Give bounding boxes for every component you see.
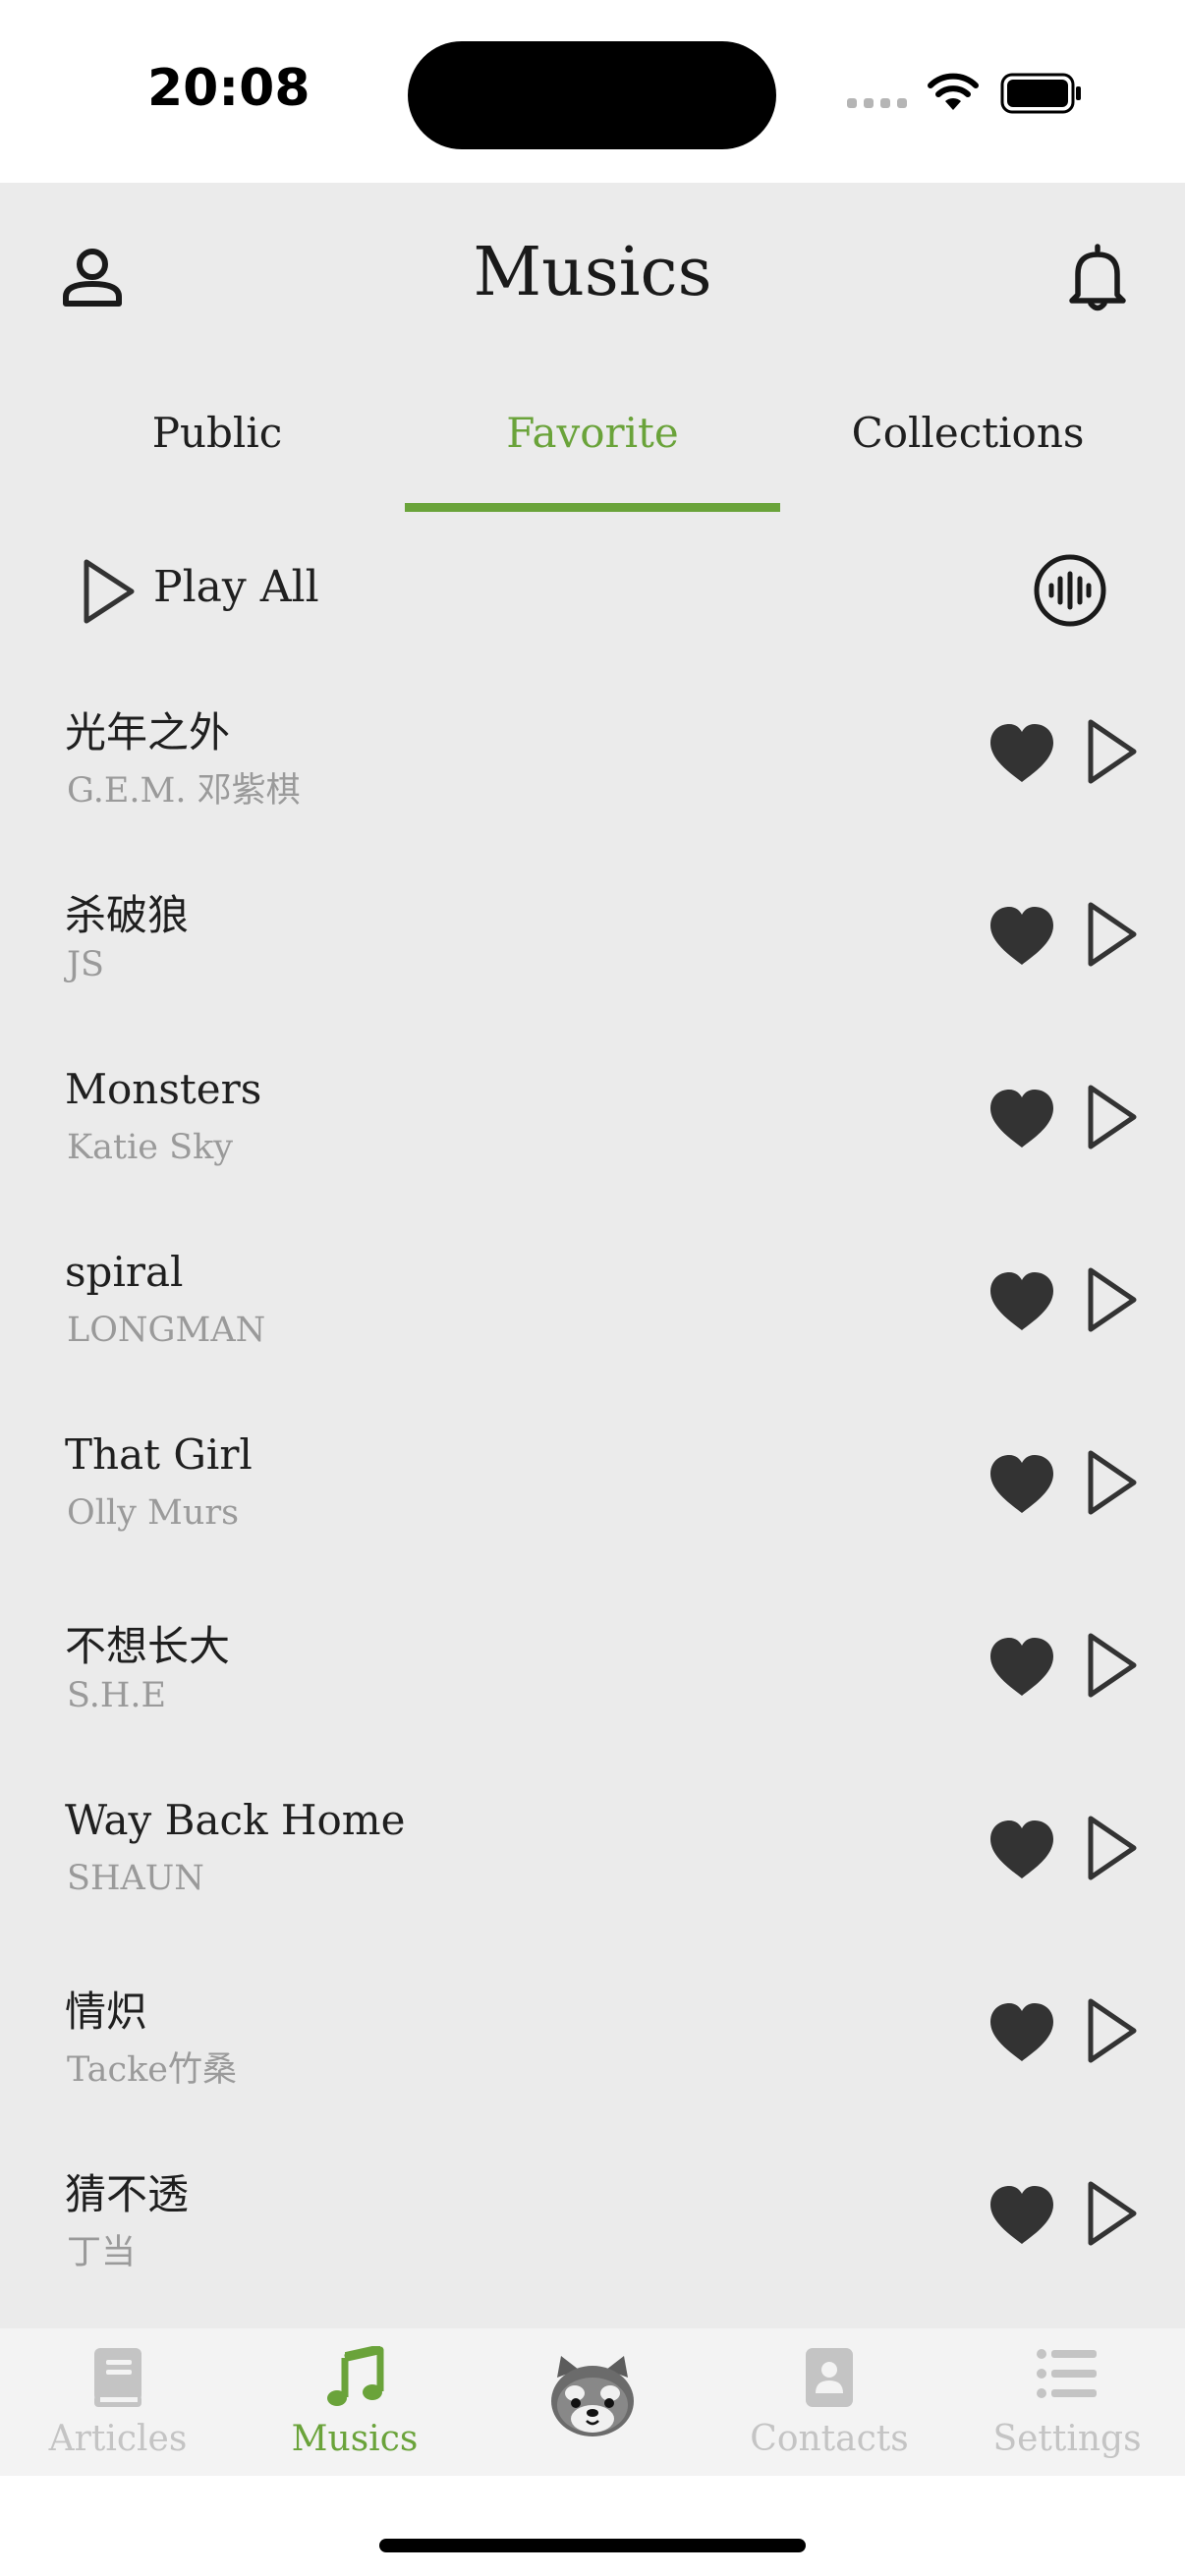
nav-label: Settings: [992, 2419, 1142, 2459]
song-title: 情炽: [65, 1988, 148, 2036]
nav-label: Articles: [48, 2419, 188, 2459]
heart-icon[interactable]: [988, 1454, 1055, 1515]
status-time: 20:08: [147, 59, 310, 118]
song-row[interactable]: 光年之外 G.E.M. 邓紫棋: [0, 662, 1185, 845]
list-icon: [1037, 2349, 1097, 2398]
play-icon[interactable]: [1085, 2179, 1140, 2248]
play-icon[interactable]: [1085, 1631, 1140, 1700]
song-title: 不想长大: [65, 1622, 231, 1670]
play-icon[interactable]: [1085, 1265, 1140, 1334]
nav-musics[interactable]: Musics: [237, 2328, 473, 2476]
top-bar: Musics: [0, 183, 1185, 369]
signal-icon: [847, 98, 907, 108]
play-icon[interactable]: [1085, 717, 1140, 786]
tab-bar: Public Favorite Collections: [0, 369, 1185, 499]
play-icon[interactable]: [1085, 900, 1140, 969]
song-artist: Tacke竹桑: [67, 2050, 238, 2090]
heart-icon[interactable]: [988, 2002, 1055, 2063]
app-content: Musics Public Favorite Collections Play …: [0, 183, 1185, 2328]
red-panda-icon: [551, 2356, 634, 2436]
play-icon[interactable]: [1085, 1814, 1140, 1882]
status-bar: 20:08: [0, 0, 1185, 183]
song-title: 杀破狼: [65, 891, 190, 939]
nav-settings[interactable]: Settings: [949, 2328, 1185, 2476]
song-row[interactable]: spiral LONGMAN: [0, 1210, 1185, 1393]
tab-public[interactable]: Public: [29, 369, 405, 499]
heart-icon[interactable]: [988, 1271, 1055, 1332]
song-title: spiral: [65, 1248, 184, 1296]
heart-icon[interactable]: [988, 723, 1055, 784]
song-artist: LONGMAN: [67, 1311, 266, 1350]
song-artist: 丁当: [67, 2233, 137, 2272]
song-row[interactable]: 不想长大 S.H.E: [0, 1576, 1185, 1759]
song-title: 猜不透: [65, 2170, 190, 2218]
heart-icon[interactable]: [988, 2185, 1055, 2246]
song-row[interactable]: Monsters Katie Sky: [0, 1028, 1185, 1210]
song-artist: G.E.M. 邓紫棋: [67, 771, 301, 811]
song-artist: S.H.E: [67, 1676, 167, 1715]
bottom-nav: Articles Musics Contacts Settings: [0, 2328, 1185, 2476]
nav-home-mascot[interactable]: [475, 2328, 710, 2476]
heart-icon[interactable]: [988, 1089, 1055, 1149]
song-title: 光年之外: [65, 708, 231, 756]
wifi-icon: [928, 73, 979, 110]
book-icon: [94, 2348, 141, 2407]
play-icon[interactable]: [1085, 1996, 1140, 2065]
song-artist: Olly Murs: [67, 1493, 240, 1533]
song-title: Way Back Home: [65, 1796, 406, 1844]
heart-icon[interactable]: [988, 1637, 1055, 1698]
tab-collections[interactable]: Collections: [780, 369, 1156, 499]
song-row[interactable]: That Girl Olly Murs: [0, 1393, 1185, 1576]
song-row[interactable]: 情炽 Tacke竹桑: [0, 1941, 1185, 2124]
song-artist: Katie Sky: [67, 1128, 234, 1167]
song-artist: JS: [67, 945, 105, 984]
nav-articles[interactable]: Articles: [0, 2328, 236, 2476]
song-list: 光年之外 G.E.M. 邓紫棋杀破狼 JS Monsters Katie Sky spir…: [0, 662, 1185, 2307]
song-row[interactable]: 杀破狼 JS: [0, 845, 1185, 1028]
play-icon[interactable]: [1085, 1083, 1140, 1151]
music-note-icon: [327, 2346, 384, 2406]
heart-icon[interactable]: [988, 1820, 1055, 1880]
song-title: That Girl: [65, 1430, 253, 1479]
play-icon[interactable]: [1085, 1448, 1140, 1517]
nav-label: Musics: [291, 2419, 419, 2459]
tab-favorite[interactable]: Favorite: [405, 369, 780, 499]
active-tab-indicator: [405, 503, 780, 512]
home-indicator-area: [0, 2476, 1185, 2576]
bell-icon[interactable]: [1065, 242, 1130, 312]
dynamic-island: [408, 41, 776, 149]
song-row[interactable]: Way Back Home SHAUN: [0, 1759, 1185, 1941]
contacts-icon: [806, 2348, 853, 2407]
song-title: Monsters: [65, 1065, 262, 1113]
battery-icon: [1000, 73, 1081, 114]
song-artist: SHAUN: [67, 1859, 204, 1898]
heart-icon[interactable]: [988, 906, 1055, 967]
nav-contacts[interactable]: Contacts: [711, 2328, 947, 2476]
home-indicator[interactable]: [379, 2539, 806, 2552]
voice-search-icon[interactable]: [1032, 552, 1108, 629]
play-all-row: Play All: [0, 532, 1185, 650]
play-all-icon[interactable]: [81, 556, 138, 627]
play-all-button[interactable]: Play All: [153, 562, 319, 612]
nav-label: Contacts: [750, 2419, 909, 2459]
song-row[interactable]: 猜不透 丁当: [0, 2124, 1185, 2307]
page-title: Musics: [473, 234, 712, 311]
